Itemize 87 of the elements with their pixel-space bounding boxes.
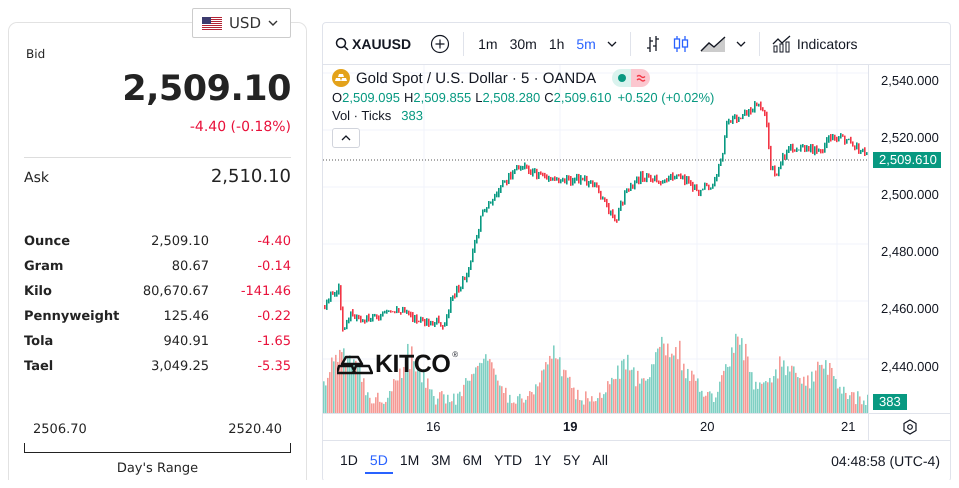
wave-icon xyxy=(636,74,646,82)
ohlc-value: 2,509.095 xyxy=(342,90,400,105)
unit-price: 125.46 xyxy=(162,309,209,324)
range-tab[interactable]: 3M xyxy=(426,448,456,474)
range-tab[interactable]: All xyxy=(587,448,613,474)
logo-icon xyxy=(337,354,373,374)
bullion-icon xyxy=(332,69,350,87)
price-tick: 2,540.000 xyxy=(881,73,939,89)
range-label: Day's Range xyxy=(116,461,200,476)
bid-label: Bid xyxy=(25,47,46,61)
symbol-search[interactable]: XAUUSD xyxy=(333,32,414,56)
clock: 04:48:58 (UTC-4) xyxy=(831,453,940,469)
indicators-button[interactable]: Indicators xyxy=(768,30,862,56)
ohlc-label: H xyxy=(404,90,414,105)
area-chart-icon xyxy=(700,34,726,52)
time-label: 19 xyxy=(563,419,578,434)
bid-price: 2,509.10 xyxy=(121,69,291,109)
price-tick: 2,440.000 xyxy=(881,359,939,375)
unit-name: Tael xyxy=(24,359,54,374)
ohlc-value: 2,508.280 xyxy=(482,90,540,105)
unit-price: 2,509.10 xyxy=(150,234,209,249)
interval-button[interactable]: 5m xyxy=(570,32,602,56)
range-tab[interactable]: 1Y xyxy=(529,448,556,474)
search-icon xyxy=(335,36,349,50)
unit-change: -0.22 xyxy=(256,309,291,324)
candles-icon xyxy=(672,34,690,54)
range-tab[interactable]: YTD xyxy=(489,448,528,474)
indicators-icon xyxy=(772,34,792,52)
ask-label: Ask xyxy=(24,170,49,186)
unit-price: 3,049.25 xyxy=(150,359,209,374)
caret-up-icon xyxy=(341,135,351,141)
time-label: 21 xyxy=(841,419,856,434)
unit-name: Pennyweight xyxy=(24,309,120,324)
unit-price: 940.91 xyxy=(162,334,209,349)
range-tab[interactable]: 5Y xyxy=(558,448,586,474)
settings-icon[interactable] xyxy=(902,419,918,435)
caret-icon xyxy=(606,40,617,46)
ohlc-value: 2,509.610 xyxy=(554,90,612,105)
ask-price: 2,510.10 xyxy=(210,166,291,187)
range-tab[interactable]: 1M xyxy=(394,448,424,474)
market-status-badge[interactable] xyxy=(612,69,632,87)
ohlc-value: 2,509.855 xyxy=(413,90,472,105)
price-tick: 2,500.000 xyxy=(881,187,939,203)
bar-change: +0.520 (+0.02%) xyxy=(618,90,714,105)
unit-change: -0.14 xyxy=(256,259,291,274)
unit-name: Kilo xyxy=(24,284,53,299)
unit-change: -1.65 xyxy=(256,334,291,349)
volume-badge: 383 xyxy=(873,394,907,410)
volume-label: Vol · Ticks xyxy=(332,108,392,123)
last-price-badge: 2,509.610 xyxy=(873,152,941,168)
range-low: 2506.70 xyxy=(33,422,87,437)
unit-name: Tola xyxy=(24,334,54,349)
time-label: 20 xyxy=(700,419,714,434)
price-tick: 2,520.000 xyxy=(881,130,939,146)
logo-text: KITCO xyxy=(375,350,450,379)
delay-badge[interactable] xyxy=(631,69,650,87)
registered-mark: ® xyxy=(452,350,458,359)
interval-button[interactable]: 30m xyxy=(504,32,543,56)
caret-icon xyxy=(736,40,746,46)
range-tab[interactable]: 5D xyxy=(364,448,393,474)
ohlc-label: O xyxy=(332,90,342,105)
unit-price: 80.67 xyxy=(170,259,209,274)
collapse-button[interactable] xyxy=(332,128,360,148)
interval-button[interactable]: 1h xyxy=(542,32,570,56)
unit-change: -4.40 xyxy=(256,234,291,249)
interval-button[interactable]: 1m xyxy=(472,32,504,56)
price-tick: 2,460.000 xyxy=(881,301,939,317)
range-tab[interactable]: 1D xyxy=(335,448,363,474)
price-change: -4.40 (-0.18%) xyxy=(188,119,291,135)
unit-name: Gram xyxy=(24,259,64,274)
unit-price: 80,670.67 xyxy=(142,284,209,299)
symbol-title: Gold Spot / U.S. Dollar · 5 · OANDA xyxy=(356,70,596,86)
currency-dropdown[interactable]: USD xyxy=(192,8,291,38)
time-label: 16 xyxy=(426,419,440,434)
range-high: 2520.40 xyxy=(228,422,282,437)
ohlc-label: L xyxy=(475,90,482,105)
unit-name: Ounce xyxy=(24,234,72,249)
ohlc-label: C xyxy=(544,90,554,105)
unit-change: -5.35 xyxy=(256,359,291,374)
caret-icon xyxy=(268,20,278,26)
volume-value: 383 xyxy=(401,108,423,123)
flag-icon xyxy=(202,16,222,30)
unit-change: -141.46 xyxy=(240,284,291,299)
price-tick: 2,480.000 xyxy=(881,244,939,260)
plus-icon xyxy=(430,34,450,54)
range-tab[interactable]: 6M xyxy=(458,448,488,474)
dot-icon xyxy=(618,74,626,82)
